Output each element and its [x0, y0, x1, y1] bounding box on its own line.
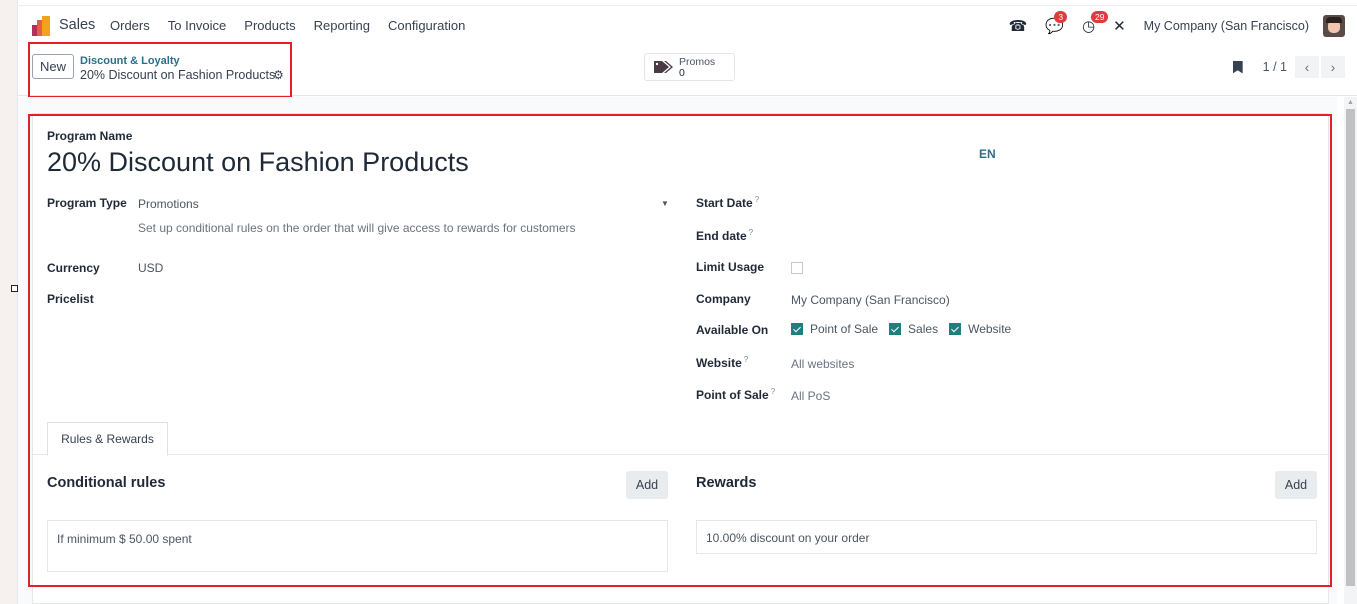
menu-reporting[interactable]: Reporting: [314, 18, 370, 33]
gutter-handle-icon[interactable]: [11, 285, 18, 292]
form-view: Program Name 20% Discount on Fashion Pro…: [18, 97, 1337, 604]
messages-icon[interactable]: 💬 3: [1045, 11, 1068, 35]
company-switcher[interactable]: My Company (San Francisco): [1144, 19, 1309, 33]
pager-previous-button[interactable]: ‹: [1295, 56, 1319, 78]
help-icon[interactable]: ?: [744, 355, 748, 364]
program-type-label: Program Type: [47, 196, 127, 210]
company-label: Company: [696, 292, 751, 306]
company-value[interactable]: My Company (San Francisco): [791, 293, 950, 307]
user-avatar[interactable]: [1323, 15, 1345, 37]
currency-label: Currency: [47, 261, 100, 275]
conditional-rules-title: Conditional rules: [47, 475, 166, 491]
activities-badge: 29: [1091, 11, 1109, 23]
bookmark-icon[interactable]: [1232, 60, 1243, 74]
end-date-label: End date?: [696, 228, 753, 243]
pager-next-button[interactable]: ›: [1321, 56, 1345, 78]
website-text: Website: [696, 356, 742, 370]
help-icon[interactable]: ?: [755, 195, 759, 204]
tab-rules-rewards[interactable]: Rules & Rewards: [47, 422, 168, 456]
pos-text: Point of Sale: [696, 388, 769, 402]
menu-to-invoice[interactable]: To Invoice: [168, 18, 227, 33]
breadcrumb-parent[interactable]: Discount & Loyalty: [80, 55, 180, 67]
breadcrumb-current: 20% Discount on Fashion Products: [80, 68, 276, 82]
new-button[interactable]: New: [32, 54, 75, 79]
start-date-text: Start Date: [696, 196, 753, 210]
control-panel: New Discount & Loyalty 20% Discount on F…: [18, 42, 1357, 98]
point-of-sale-value[interactable]: All PoS: [791, 389, 830, 403]
currency-value[interactable]: USD: [138, 261, 163, 275]
end-date-text: End date: [696, 229, 747, 243]
available-on-pos-label: Point of Sale: [810, 322, 879, 336]
top-menu: Orders To Invoice Products Reporting Con…: [110, 18, 483, 33]
menu-configuration[interactable]: Configuration: [388, 18, 465, 33]
main-navbar: Sales Orders To Invoice Products Reporti…: [18, 8, 1357, 44]
website-label: Website?: [696, 355, 748, 370]
limit-usage-checkbox[interactable]: [791, 259, 810, 277]
help-icon[interactable]: ?: [749, 228, 753, 237]
available-on-website-label: Website: [968, 322, 1012, 336]
rewards-title: Rewards: [696, 475, 757, 491]
left-gutter: [0, 0, 18, 604]
program-name-label: Program Name: [47, 129, 133, 143]
limit-usage-label: Limit Usage: [696, 260, 765, 274]
app-window: Sales Orders To Invoice Products Reporti…: [18, 0, 1357, 604]
promos-smart-button[interactable]: Promos 0: [644, 53, 735, 81]
available-on-website-checkbox[interactable]: Website: [949, 322, 1011, 336]
program-type-help: Set up conditional rules on the order th…: [138, 221, 576, 235]
pricelist-label: Pricelist: [47, 292, 94, 306]
gear-icon[interactable]: ⚙: [273, 68, 284, 82]
website-value[interactable]: All websites: [791, 357, 854, 371]
tags-icon: [654, 61, 673, 73]
program-name-input[interactable]: 20% Discount on Fashion Products: [47, 147, 469, 178]
available-on-options: Point of Sale Sales Website: [791, 322, 1022, 336]
sales-app-logo-icon[interactable]: [32, 16, 52, 36]
form-sheet: Program Name 20% Discount on Fashion Pro…: [32, 113, 1329, 604]
vertical-scrollbar[interactable]: ▲: [1344, 97, 1357, 604]
add-reward-button[interactable]: Add: [1275, 471, 1317, 499]
start-date-label: Start Date?: [696, 195, 759, 210]
language-button[interactable]: EN: [979, 147, 996, 161]
rule-list-item[interactable]: If minimum $ 50.00 spent: [47, 520, 668, 572]
reward-list-item[interactable]: 10.00% discount on your order: [696, 520, 1317, 554]
scroll-up-icon[interactable]: ▲: [1347, 99, 1354, 106]
chevron-down-icon[interactable]: ▼: [661, 199, 669, 208]
available-on-sales-label: Sales: [908, 322, 939, 336]
debug-tools-icon[interactable]: ✕: [1113, 17, 1126, 35]
promos-count: 0: [679, 67, 685, 79]
top-strip: [18, 0, 1357, 6]
app-name[interactable]: Sales: [59, 17, 95, 33]
menu-products[interactable]: Products: [244, 18, 295, 33]
program-type-select[interactable]: Promotions: [138, 197, 199, 211]
scroll-thumb[interactable]: [1346, 109, 1355, 586]
notebook-tabs: Rules & Rewards: [33, 422, 1328, 456]
menu-orders[interactable]: Orders: [110, 18, 150, 33]
activities-clock-icon[interactable]: ◷ 29: [1082, 11, 1109, 35]
pager: 1 / 1 ‹ ›: [1232, 56, 1345, 78]
systray: ☎ 💬 3 ◷ 29 ✕ My Company (San Francisco): [1009, 11, 1345, 39]
messages-badge: 3: [1054, 11, 1068, 23]
phone-icon[interactable]: ☎: [1009, 17, 1028, 35]
available-on-sales-checkbox[interactable]: Sales: [889, 322, 938, 336]
add-rule-button[interactable]: Add: [626, 471, 668, 499]
available-on-pos-checkbox[interactable]: Point of Sale: [791, 322, 878, 336]
pager-value[interactable]: 1 / 1: [1263, 60, 1287, 74]
point-of-sale-label: Point of Sale?: [696, 387, 775, 402]
available-on-label: Available On: [696, 323, 769, 337]
help-icon[interactable]: ?: [771, 387, 775, 396]
